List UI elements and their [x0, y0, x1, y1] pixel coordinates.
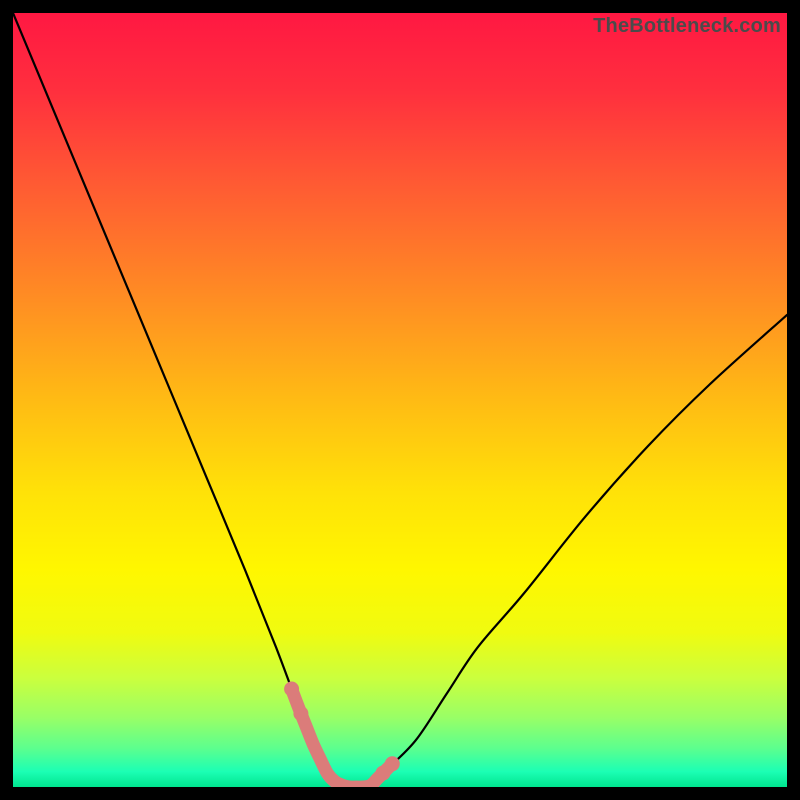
gradient-background [13, 13, 787, 787]
chart-frame: TheBottleneck.com [13, 13, 787, 787]
bottleneck-chart [13, 13, 787, 787]
watermark-text: TheBottleneck.com [593, 15, 781, 38]
